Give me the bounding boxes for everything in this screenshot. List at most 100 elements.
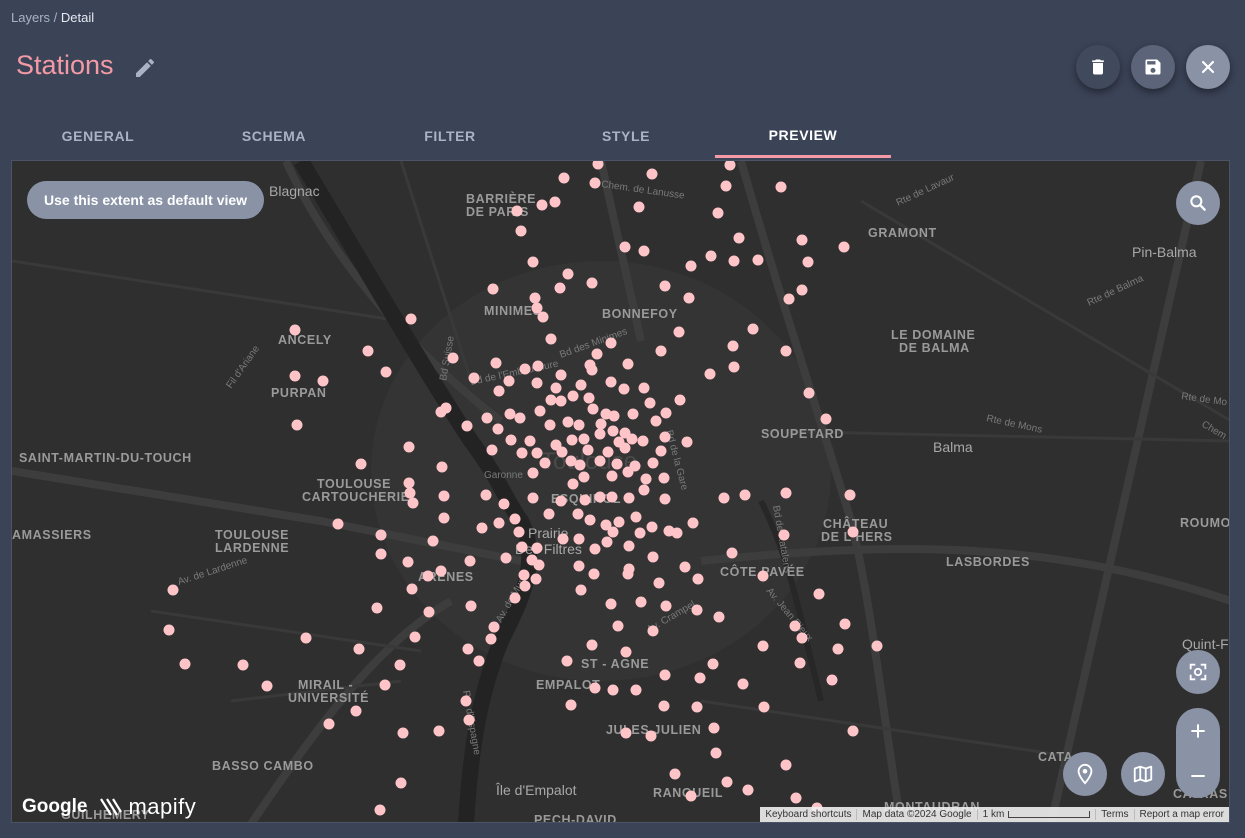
station-marker[interactable] bbox=[704, 368, 716, 380]
station-marker[interactable] bbox=[594, 428, 606, 440]
station-marker[interactable] bbox=[379, 679, 391, 691]
station-marker[interactable] bbox=[640, 473, 652, 485]
station-marker[interactable] bbox=[573, 419, 585, 431]
map-search-button[interactable] bbox=[1176, 181, 1220, 225]
station-marker[interactable] bbox=[519, 363, 531, 375]
station-marker[interactable] bbox=[758, 701, 770, 713]
station-marker[interactable] bbox=[427, 535, 439, 547]
basemap-button[interactable] bbox=[1121, 752, 1165, 796]
station-marker[interactable] bbox=[531, 302, 543, 314]
station-marker[interactable] bbox=[488, 621, 500, 633]
station-marker[interactable] bbox=[557, 533, 569, 545]
station-marker[interactable] bbox=[623, 492, 635, 504]
station-marker[interactable] bbox=[527, 467, 539, 479]
station-marker[interactable] bbox=[619, 442, 631, 454]
station-marker[interactable] bbox=[503, 375, 515, 387]
station-marker[interactable] bbox=[653, 577, 665, 589]
station-marker[interactable] bbox=[513, 526, 525, 538]
station-marker[interactable] bbox=[646, 521, 658, 533]
station-marker[interactable] bbox=[447, 352, 459, 364]
station-marker[interactable] bbox=[733, 232, 745, 244]
station-marker[interactable] bbox=[587, 403, 599, 415]
station-marker[interactable] bbox=[660, 600, 672, 612]
station-marker[interactable] bbox=[498, 498, 510, 510]
station-marker[interactable] bbox=[394, 659, 406, 671]
station-marker[interactable] bbox=[683, 292, 695, 304]
station-marker[interactable] bbox=[747, 323, 759, 335]
station-marker[interactable] bbox=[237, 659, 249, 671]
station-marker[interactable] bbox=[487, 283, 499, 295]
station-marker[interactable] bbox=[423, 606, 435, 618]
station-marker[interactable] bbox=[380, 366, 392, 378]
station-marker[interactable] bbox=[516, 447, 528, 459]
station-marker[interactable] bbox=[728, 361, 740, 373]
station-marker[interactable] bbox=[780, 345, 792, 357]
station-marker[interactable] bbox=[406, 583, 418, 595]
station-marker[interactable] bbox=[871, 640, 883, 652]
station-marker[interactable] bbox=[532, 360, 544, 372]
station-marker[interactable] bbox=[555, 369, 567, 381]
station-marker[interactable] bbox=[317, 375, 329, 387]
station-marker[interactable] bbox=[630, 511, 642, 523]
station-marker[interactable] bbox=[567, 390, 579, 402]
station-marker[interactable] bbox=[728, 255, 740, 267]
station-marker[interactable] bbox=[586, 277, 598, 289]
station-marker[interactable] bbox=[589, 543, 601, 555]
station-marker[interactable] bbox=[403, 477, 415, 489]
station-marker[interactable] bbox=[620, 646, 632, 658]
station-marker[interactable] bbox=[543, 508, 555, 520]
station-marker[interactable] bbox=[462, 643, 474, 655]
station-marker[interactable] bbox=[644, 397, 656, 409]
station-marker[interactable] bbox=[802, 256, 814, 268]
station-marker[interactable] bbox=[813, 588, 825, 600]
close-button[interactable] bbox=[1186, 45, 1230, 89]
station-marker[interactable] bbox=[707, 658, 719, 670]
station-marker[interactable] bbox=[362, 345, 374, 357]
station-marker[interactable] bbox=[820, 413, 832, 425]
station-marker[interactable] bbox=[692, 573, 704, 585]
station-marker[interactable] bbox=[803, 387, 815, 399]
station-marker[interactable] bbox=[794, 657, 806, 669]
station-marker[interactable] bbox=[436, 461, 448, 473]
zoom-out-button[interactable] bbox=[1176, 754, 1220, 798]
station-marker[interactable] bbox=[566, 434, 578, 446]
station-marker[interactable] bbox=[681, 436, 693, 448]
station-marker[interactable] bbox=[579, 494, 591, 506]
station-marker[interactable] bbox=[687, 517, 699, 529]
station-marker[interactable] bbox=[440, 402, 452, 414]
station-marker[interactable] bbox=[679, 561, 691, 573]
station-marker[interactable] bbox=[673, 326, 685, 338]
station-marker[interactable] bbox=[573, 560, 585, 572]
station-marker[interactable] bbox=[588, 568, 600, 580]
station-marker[interactable] bbox=[463, 714, 475, 726]
station-marker[interactable] bbox=[607, 526, 619, 538]
station-marker[interactable] bbox=[608, 410, 620, 422]
station-marker[interactable] bbox=[289, 370, 301, 382]
station-marker[interactable] bbox=[638, 245, 650, 257]
station-marker[interactable] bbox=[353, 643, 365, 655]
use-extent-default-button[interactable]: Use this extent as default view bbox=[27, 181, 265, 219]
station-marker[interactable] bbox=[619, 241, 631, 253]
station-marker[interactable] bbox=[710, 747, 722, 759]
station-marker[interactable] bbox=[718, 492, 730, 504]
station-marker[interactable] bbox=[669, 768, 681, 780]
station-marker[interactable] bbox=[586, 364, 598, 376]
station-marker[interactable] bbox=[289, 324, 301, 336]
station-marker[interactable] bbox=[562, 416, 574, 428]
station-marker[interactable] bbox=[572, 508, 584, 520]
station-marker[interactable] bbox=[350, 705, 362, 717]
station-marker[interactable] bbox=[480, 489, 492, 501]
station-marker[interactable] bbox=[509, 592, 521, 604]
station-marker[interactable] bbox=[524, 435, 536, 447]
tab-style[interactable]: STYLE bbox=[538, 114, 714, 158]
station-marker[interactable] bbox=[607, 684, 619, 696]
station-marker[interactable] bbox=[562, 268, 574, 280]
station-marker[interactable] bbox=[465, 600, 477, 612]
station-marker[interactable] bbox=[461, 420, 473, 432]
station-marker[interactable] bbox=[638, 382, 650, 394]
station-marker[interactable] bbox=[622, 568, 634, 580]
station-marker[interactable] bbox=[493, 517, 505, 529]
station-marker[interactable] bbox=[527, 492, 539, 504]
save-button[interactable] bbox=[1131, 45, 1175, 89]
station-marker[interactable] bbox=[623, 540, 635, 552]
